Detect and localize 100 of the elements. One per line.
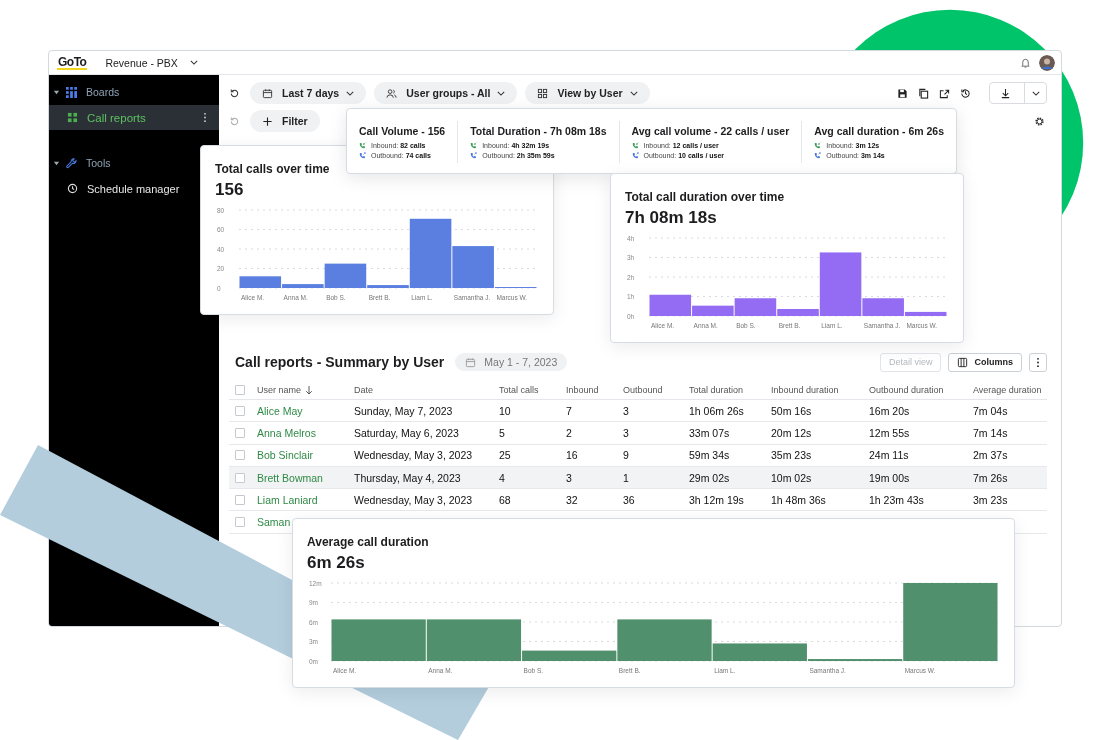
chart-title: Total call duration over time bbox=[625, 190, 786, 204]
checkbox[interactable] bbox=[235, 427, 245, 438]
table-cell: 19m 00s bbox=[869, 471, 910, 484]
share-icon[interactable] bbox=[939, 87, 950, 99]
checkbox[interactable] bbox=[235, 384, 245, 395]
table-cell: 9 bbox=[623, 449, 629, 462]
caret-down-icon[interactable] bbox=[53, 159, 60, 167]
grid-icon bbox=[67, 112, 78, 123]
table-cell: 1h 06m 26s bbox=[689, 404, 744, 417]
checkbox[interactable] bbox=[235, 450, 245, 461]
chart-total: 6m 26s bbox=[307, 553, 366, 573]
user-name-link[interactable]: Alice May bbox=[257, 404, 303, 417]
user-name-link[interactable]: Liam Laniard bbox=[257, 493, 318, 506]
metric-title: Avg call volume - 22 calls / user bbox=[631, 125, 790, 137]
copy-icon[interactable] bbox=[918, 87, 929, 99]
user-name-link[interactable]: Bob Sinclair bbox=[257, 449, 314, 462]
outgoing-call-icon bbox=[631, 152, 639, 159]
logo: GoTo bbox=[57, 55, 88, 70]
table-cell: Wednesday, May 3, 2023 bbox=[354, 449, 473, 462]
arrow-down-icon bbox=[305, 384, 313, 395]
calendar-icon bbox=[262, 87, 273, 99]
column-header[interactable]: Outbound bbox=[623, 384, 663, 395]
more-button[interactable] bbox=[1029, 352, 1047, 372]
table-cell: Sunday, May 7, 2023 bbox=[354, 404, 453, 417]
table-cell: Wednesday, May 3, 2023 bbox=[354, 493, 473, 506]
refresh-icon[interactable] bbox=[229, 87, 240, 99]
history-icon[interactable] bbox=[960, 87, 971, 99]
user-name-link[interactable]: Saman bbox=[257, 516, 291, 529]
table-cell: 35m 23s bbox=[771, 449, 812, 462]
chart-title: Total calls over time bbox=[215, 162, 331, 176]
chevron-down-icon[interactable] bbox=[1032, 90, 1040, 96]
dropdown-button[interactable]: User groups - All bbox=[374, 82, 518, 104]
incoming-call-icon bbox=[359, 142, 366, 149]
table-cell: 1h 23m 43s bbox=[869, 493, 924, 506]
checkbox[interactable] bbox=[235, 405, 245, 416]
table-cell: 36 bbox=[623, 493, 635, 506]
metric-title: Avg call duration - 6m 26s bbox=[814, 125, 945, 137]
table-cell: 25 bbox=[499, 449, 511, 462]
checkbox[interactable] bbox=[235, 494, 245, 505]
outgoing-call-icon bbox=[359, 152, 366, 159]
column-header[interactable]: Total calls bbox=[499, 384, 539, 395]
download-split-button[interactable] bbox=[989, 82, 1047, 104]
users-icon bbox=[386, 87, 398, 99]
column-header[interactable]: Total duration bbox=[689, 384, 744, 395]
section-label[interactable]: Tools bbox=[86, 157, 111, 169]
table-cell: 33m 07s bbox=[689, 426, 730, 439]
highlighted-row[interactable]: Brett Bowman Thursday, May 4, 2023 4 3 1 29m 02s 10m 02s 19m 00s 7m 26s bbox=[229, 466, 1047, 490]
save-icon[interactable] bbox=[897, 87, 908, 99]
section-label[interactable]: Boards bbox=[86, 86, 120, 98]
table-cell: 20m 12s bbox=[771, 426, 812, 439]
table-cell: 3 bbox=[623, 426, 629, 439]
chevron-down-icon[interactable] bbox=[189, 60, 198, 65]
column-header[interactable]: Inbound bbox=[566, 384, 599, 395]
chevron-down-icon bbox=[346, 90, 355, 96]
incoming-call-icon bbox=[631, 142, 639, 149]
sidebar-item[interactable]: Schedule manager bbox=[49, 176, 192, 201]
chart-total: 156 bbox=[215, 180, 245, 200]
table-cell: Thursday, May 4, 2023 bbox=[354, 471, 461, 484]
grid-icon bbox=[66, 86, 77, 98]
column-header[interactable]: User name bbox=[257, 384, 301, 395]
user-name-link[interactable]: Brett Bowman bbox=[257, 471, 323, 484]
table-cell: 2m 37s bbox=[973, 449, 1008, 462]
metric-title: Total Duration - 7h 08m 18s bbox=[470, 125, 607, 137]
settings-icon[interactable] bbox=[1034, 115, 1045, 127]
table-cell: 3 bbox=[566, 471, 572, 484]
table-cell: 5 bbox=[499, 426, 505, 439]
chart-title: Average call duration bbox=[307, 535, 430, 549]
columns-icon bbox=[957, 356, 969, 368]
user-name-link[interactable]: Anna Melros bbox=[257, 426, 316, 439]
board-selector[interactable]: Revenue - PBX bbox=[105, 56, 178, 69]
chevron-down-icon bbox=[629, 90, 638, 96]
columns-button[interactable]: Columns bbox=[948, 352, 1022, 372]
checkbox[interactable] bbox=[235, 472, 245, 483]
sidebar-item[interactable]: Call reports bbox=[49, 105, 219, 130]
dropdown-button[interactable]: Last 7 days bbox=[250, 82, 367, 104]
filter-button[interactable]: Filter bbox=[250, 110, 320, 132]
bell-icon[interactable] bbox=[1020, 57, 1031, 68]
table-cell: 50m 16s bbox=[771, 404, 812, 417]
checkbox[interactable] bbox=[235, 517, 245, 528]
column-header[interactable]: Average duration bbox=[973, 384, 1042, 395]
table-cell: 68 bbox=[499, 493, 511, 506]
plus-icon bbox=[262, 115, 273, 127]
table-cell: 32 bbox=[566, 493, 578, 506]
avatar[interactable] bbox=[1039, 54, 1055, 71]
table-cell: 4 bbox=[499, 471, 505, 484]
table-cell: 10m 02s bbox=[771, 471, 812, 484]
table-cell: 16m 20s bbox=[869, 404, 910, 417]
column-header[interactable]: Outbound duration bbox=[869, 384, 944, 395]
column-header[interactable]: Date bbox=[354, 384, 373, 395]
table-cell: Saturday, May 6, 2023 bbox=[354, 426, 459, 439]
column-header[interactable]: Inbound duration bbox=[771, 384, 839, 395]
caret-down-icon[interactable] bbox=[53, 88, 60, 96]
table-cell: 7m 26s bbox=[973, 471, 1008, 484]
more-icon[interactable] bbox=[203, 112, 207, 123]
download-icon[interactable] bbox=[1000, 87, 1011, 99]
dropdown-button[interactable]: View by User bbox=[525, 82, 650, 104]
outgoing-call-icon bbox=[470, 152, 478, 159]
table-cell: 1h 48m 36s bbox=[771, 493, 826, 506]
table-cell: 7 bbox=[566, 404, 572, 417]
grid-icon bbox=[537, 87, 549, 99]
